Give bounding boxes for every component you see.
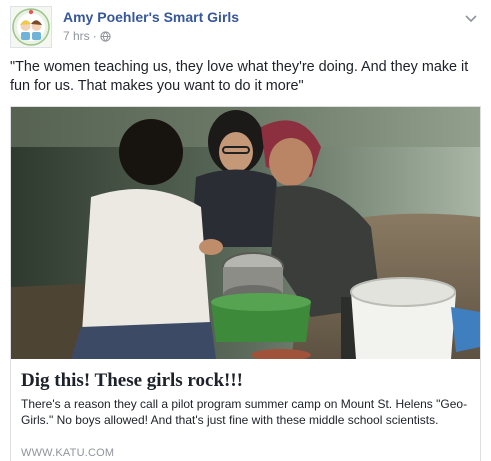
post-meta: 7 hrs ·: [63, 29, 111, 45]
link-domain: WWW.KATU.COM: [21, 447, 115, 459]
feed-post: Amy Poehler's Smart Girls 7 hrs · "The wo…: [0, 0, 491, 461]
post-header: Amy Poehler's Smart Girls 7 hrs ·: [10, 6, 481, 50]
link-preview-image[interactable]: [11, 107, 480, 359]
link-title[interactable]: Dig this! These girls rock!!!: [21, 370, 243, 392]
meta-separator: ·: [92, 29, 97, 43]
link-attachment[interactable]: Dig this! These girls rock!!! There's a …: [10, 106, 481, 461]
page-avatar[interactable]: [10, 6, 52, 48]
post-caption: "The women teaching us, they love what t…: [10, 59, 469, 94]
chevron-down-icon[interactable]: [465, 10, 477, 28]
link-description: There's a reason they call a pilot progr…: [21, 397, 468, 427]
page-name-link[interactable]: Amy Poehler's Smart Girls: [63, 9, 239, 25]
smart-girls-logo-icon: [12, 8, 50, 46]
post-timestamp[interactable]: 7 hrs: [63, 29, 90, 43]
globe-icon[interactable]: [100, 31, 111, 45]
